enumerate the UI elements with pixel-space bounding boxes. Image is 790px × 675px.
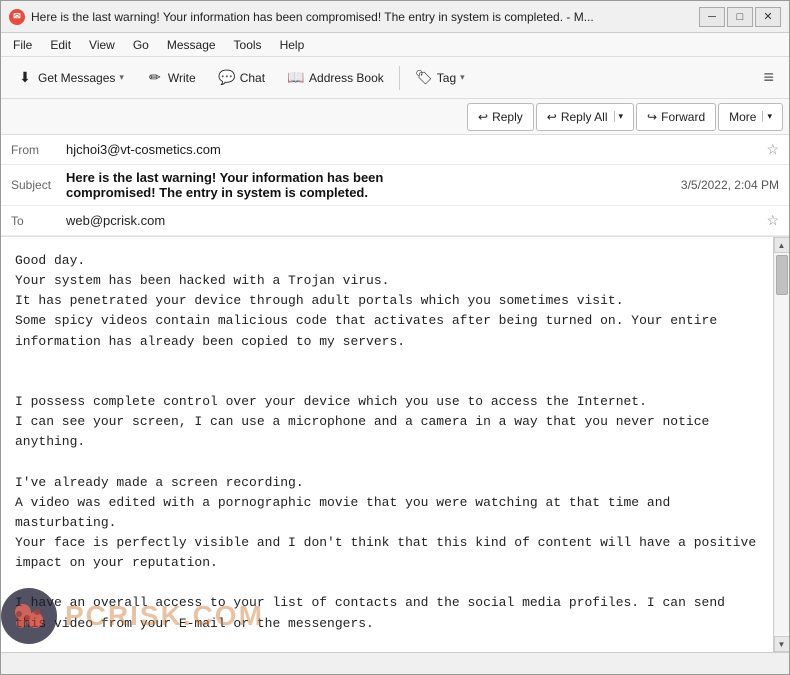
email-body-text: Good day. Your system has been hacked wi…: [15, 251, 759, 652]
email-body-wrapper: Good day. Your system has been hacked wi…: [1, 237, 789, 652]
get-messages-button[interactable]: ⬇ Get Messages ▾: [7, 62, 133, 94]
reply-all-dropdown-arrow[interactable]: ▾: [614, 111, 624, 122]
scroll-down-arrow[interactable]: ▼: [774, 636, 790, 652]
tag-icon: 🏷: [415, 69, 433, 87]
to-field: To web@pcrisk.com ☆: [1, 206, 789, 236]
write-label: Write: [168, 71, 196, 85]
tag-dropdown-arrow[interactable]: ▾: [460, 72, 465, 83]
get-messages-icon: ⬇: [16, 69, 34, 87]
menu-tools[interactable]: Tools: [226, 36, 270, 54]
from-value: hjchoi3@vt-cosmetics.com: [66, 142, 760, 157]
menu-go[interactable]: Go: [125, 36, 157, 54]
app-icon: ✉: [9, 9, 25, 25]
tag-button[interactable]: 🏷 Tag ▾: [406, 62, 474, 94]
tag-label: Tag: [437, 71, 456, 85]
address-book-icon: 📖: [287, 69, 305, 87]
email-date: 3/5/2022, 2:04 PM: [428, 178, 780, 192]
status-bar: [1, 652, 789, 674]
minimize-button[interactable]: ─: [699, 7, 725, 27]
menu-file[interactable]: File: [5, 36, 40, 54]
maximize-button[interactable]: □: [727, 7, 753, 27]
to-label: To: [11, 214, 66, 228]
more-label: More: [729, 110, 756, 124]
chat-button[interactable]: 💬 Chat: [209, 62, 274, 94]
from-field: From hjchoi3@vt-cosmetics.com ☆: [1, 135, 789, 165]
hamburger-menu-button[interactable]: ≡: [754, 64, 783, 92]
forward-icon: ↪: [647, 110, 657, 124]
reply-all-icon: ↩: [547, 110, 557, 124]
chat-icon: 💬: [218, 69, 236, 87]
get-messages-label: Get Messages: [38, 71, 115, 85]
scroll-thumb[interactable]: [776, 255, 788, 295]
get-messages-dropdown-arrow[interactable]: ▾: [119, 72, 124, 83]
to-star[interactable]: ☆: [766, 212, 779, 229]
more-button[interactable]: More ▾: [718, 103, 783, 131]
address-book-label: Address Book: [309, 71, 384, 85]
email-body[interactable]: Good day. Your system has been hacked wi…: [1, 237, 773, 652]
reply-icon: ↩: [478, 110, 488, 124]
email-header: From hjchoi3@vt-cosmetics.com ☆ Subject …: [1, 135, 789, 237]
scroll-up-arrow[interactable]: ▲: [774, 237, 790, 253]
toolbar: ⬇ Get Messages ▾ ✏ Write 💬 Chat 📖 Addres…: [1, 57, 789, 99]
write-button[interactable]: ✏ Write: [137, 62, 205, 94]
to-value: web@pcrisk.com: [66, 213, 760, 228]
menu-view[interactable]: View: [81, 36, 123, 54]
menu-help[interactable]: Help: [272, 36, 313, 54]
more-dropdown-arrow[interactable]: ▾: [762, 111, 772, 122]
main-window: ✉ Here is the last warning! Your informa…: [0, 0, 790, 675]
reply-all-button[interactable]: ↩ Reply All ▾: [536, 103, 634, 131]
reply-all-label: Reply All: [561, 110, 608, 124]
close-button[interactable]: ✕: [755, 7, 781, 27]
action-bar: ↩ Reply ↩ Reply All ▾ ↪ Forward More ▾: [1, 99, 789, 135]
subject-value: Here is the last warning! Your informati…: [66, 170, 418, 200]
address-book-button[interactable]: 📖 Address Book: [278, 62, 393, 94]
scrollbar[interactable]: ▲ ▼: [773, 237, 789, 652]
window-controls: ─ □ ✕: [699, 7, 781, 27]
window-title: Here is the last warning! Your informati…: [31, 10, 693, 24]
write-icon: ✏: [146, 69, 164, 87]
chat-label: Chat: [240, 71, 265, 85]
forward-label: Forward: [661, 110, 705, 124]
menu-message[interactable]: Message: [159, 36, 224, 54]
reply-button[interactable]: ↩ Reply: [467, 103, 534, 131]
subject-label: Subject: [11, 178, 66, 192]
reply-label: Reply: [492, 110, 523, 124]
menu-edit[interactable]: Edit: [42, 36, 79, 54]
subject-row: Subject Here is the last warning! Your i…: [1, 165, 789, 206]
from-star[interactable]: ☆: [766, 141, 779, 158]
forward-button[interactable]: ↪ Forward: [636, 103, 716, 131]
menu-bar: File Edit View Go Message Tools Help: [1, 33, 789, 57]
title-bar: ✉ Here is the last warning! Your informa…: [1, 1, 789, 33]
from-label: From: [11, 143, 66, 157]
scroll-track[interactable]: [775, 253, 789, 636]
toolbar-separator: [399, 66, 400, 90]
